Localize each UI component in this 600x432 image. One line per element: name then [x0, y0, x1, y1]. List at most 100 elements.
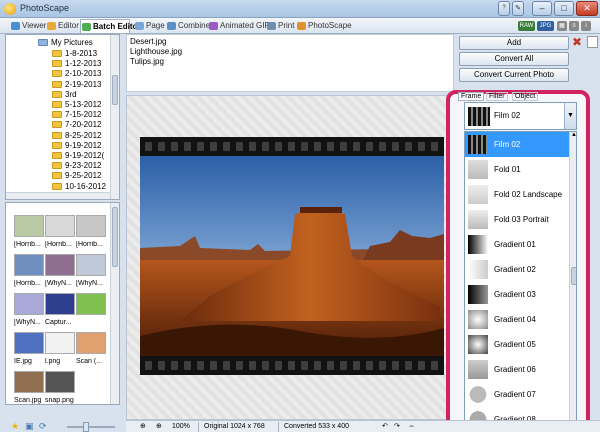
thumb-scroll-thumb[interactable] [112, 207, 118, 267]
chevron-down-icon[interactable]: ▼ [564, 103, 576, 129]
thumbnail[interactable] [45, 371, 75, 393]
tab-editor[interactable]: Editor [46, 19, 79, 33]
thumbnail[interactable] [76, 293, 106, 315]
zoom-level: 100% [172, 423, 190, 430]
frame-option[interactable]: Gradient 01 [465, 232, 569, 257]
film-hole [340, 361, 347, 370]
film-hole [379, 361, 386, 370]
tree-scroll-thumb[interactable] [112, 75, 118, 105]
list-icon[interactable]: ≡ [569, 21, 579, 31]
jpg-badge[interactable]: JPG [537, 21, 554, 31]
frame-option[interactable]: Gradient 03 [465, 282, 569, 307]
main-tab-bar: Viewer Editor Batch Editor Page Combine … [0, 18, 600, 34]
film-hole [288, 361, 295, 370]
frame-swatch [468, 360, 488, 379]
scroll-up-icon[interactable]: ▲ [570, 132, 576, 140]
frame-swatch [468, 160, 488, 179]
frame-option[interactable]: Gradient 07 [465, 382, 569, 407]
minimize-button[interactable]: – [532, 1, 552, 16]
tab-print[interactable]: Print [266, 19, 294, 33]
options-scrollbar[interactable]: ▲ ▼ [569, 132, 576, 431]
refresh-icon[interactable]: ⟳ [39, 421, 47, 432]
rotate-left-icon[interactable]: ↶ [382, 422, 388, 432]
thumbnail[interactable] [14, 293, 44, 315]
tab-filter[interactable]: Filter [486, 92, 508, 101]
thumbnail[interactable] [14, 215, 44, 237]
rotate-right-icon[interactable]: ↷ [394, 422, 400, 432]
thumbnail-label: l.png [45, 358, 61, 365]
tab-photoscape[interactable]: PhotoScape [296, 19, 352, 33]
thumbnail[interactable] [45, 215, 75, 237]
frame-option[interactable]: Film 02 [465, 132, 569, 157]
film-hole [262, 142, 269, 151]
tab-object[interactable]: Object [512, 92, 539, 101]
trash-icon[interactable] [587, 36, 598, 48]
flip-icon[interactable]: ⇔ [408, 422, 415, 432]
zoom-fit-icon[interactable]: ⊕ [140, 422, 146, 432]
thumbnail[interactable] [14, 254, 44, 276]
folder-icon[interactable]: ▣ [25, 421, 34, 432]
film-hole [158, 142, 165, 151]
frame-swatch [468, 385, 488, 404]
frame-select[interactable]: Film 02 ▼ [464, 102, 577, 130]
thumbnail[interactable] [76, 215, 106, 237]
tab-viewer[interactable]: Viewer [10, 19, 46, 33]
thumbnail[interactable] [76, 254, 106, 276]
raw-badge[interactable]: RAW [518, 21, 535, 31]
thumbnail[interactable] [45, 254, 75, 276]
thumbnail[interactable] [45, 332, 75, 354]
info-icon[interactable]: i [581, 21, 591, 31]
frame-option[interactable]: Fold 01 [465, 157, 569, 182]
tab-label: Editor [58, 21, 79, 30]
film-hole [223, 361, 230, 370]
slider-handle[interactable] [83, 422, 89, 432]
film-hole [340, 142, 347, 151]
maximize-button[interactable]: □ [554, 1, 574, 16]
frame-option[interactable]: Gradient 06 [465, 357, 569, 382]
options-scroll-thumb[interactable] [571, 267, 576, 285]
file-item[interactable]: Tulips.jpg [130, 57, 164, 66]
film-hole [405, 142, 412, 151]
tab-animated-gif[interactable]: Animated GIF [208, 19, 269, 33]
frame-option[interactable]: Gradient 02 [465, 257, 569, 282]
frame-option[interactable]: Fold 02 Landscape [465, 182, 569, 207]
zoom-in-icon[interactable]: ⊕ [156, 422, 162, 432]
thumbnail[interactable] [45, 293, 75, 315]
convert-all-button[interactable]: Convert All [459, 52, 569, 66]
preview-photo [140, 156, 444, 356]
folder-icon [52, 131, 62, 139]
grid-icon[interactable]: ▦ [557, 21, 567, 31]
tab-combine[interactable]: Combine [166, 19, 210, 33]
film-hole [184, 142, 191, 151]
file-item[interactable]: Desert.jpg [130, 37, 166, 46]
thumb-size-slider[interactable] [67, 422, 115, 432]
film-hole [301, 142, 308, 151]
bottom-left-toolbar: ★ ▣ ⟳ [5, 405, 123, 432]
thumbnail[interactable] [14, 332, 44, 354]
tree-scrollbar[interactable] [110, 35, 119, 199]
settings-icon[interactable]: ✎ [512, 1, 524, 16]
tab-batch-editor[interactable]: Batch Editor [80, 19, 141, 33]
remove-icon[interactable]: ✖ [572, 36, 584, 48]
convert-current-button[interactable]: Convert Current Photo [459, 68, 569, 82]
star-icon[interactable]: ★ [11, 421, 19, 432]
film-hole [197, 361, 204, 370]
frame-option-label: Gradient 07 [494, 390, 536, 399]
tab-frame[interactable]: Frame [458, 92, 485, 101]
thumbnail[interactable] [14, 371, 44, 393]
frame-option[interactable]: Gradient 04 [465, 307, 569, 332]
thumb-scrollbar[interactable] [110, 203, 119, 404]
tree-hscrollbar[interactable] [6, 192, 110, 199]
tree-root[interactable]: My Pictures [38, 37, 93, 48]
add-button[interactable]: Add [459, 36, 569, 50]
frame-option[interactable]: Fold 03 Portrait [465, 207, 569, 232]
film-hole [379, 142, 386, 151]
thumbnail-label: Captur... [45, 319, 72, 326]
help-icon[interactable]: ? [498, 1, 510, 16]
file-item[interactable]: Lighthouse.jpg [130, 47, 182, 56]
frame-option[interactable]: Gradient 05 [465, 332, 569, 357]
close-button[interactable]: ✕ [576, 1, 598, 16]
tab-page[interactable]: Page [134, 19, 165, 33]
thumbnail[interactable] [76, 332, 106, 354]
thumbnail-label: [Horrib... [14, 280, 41, 287]
